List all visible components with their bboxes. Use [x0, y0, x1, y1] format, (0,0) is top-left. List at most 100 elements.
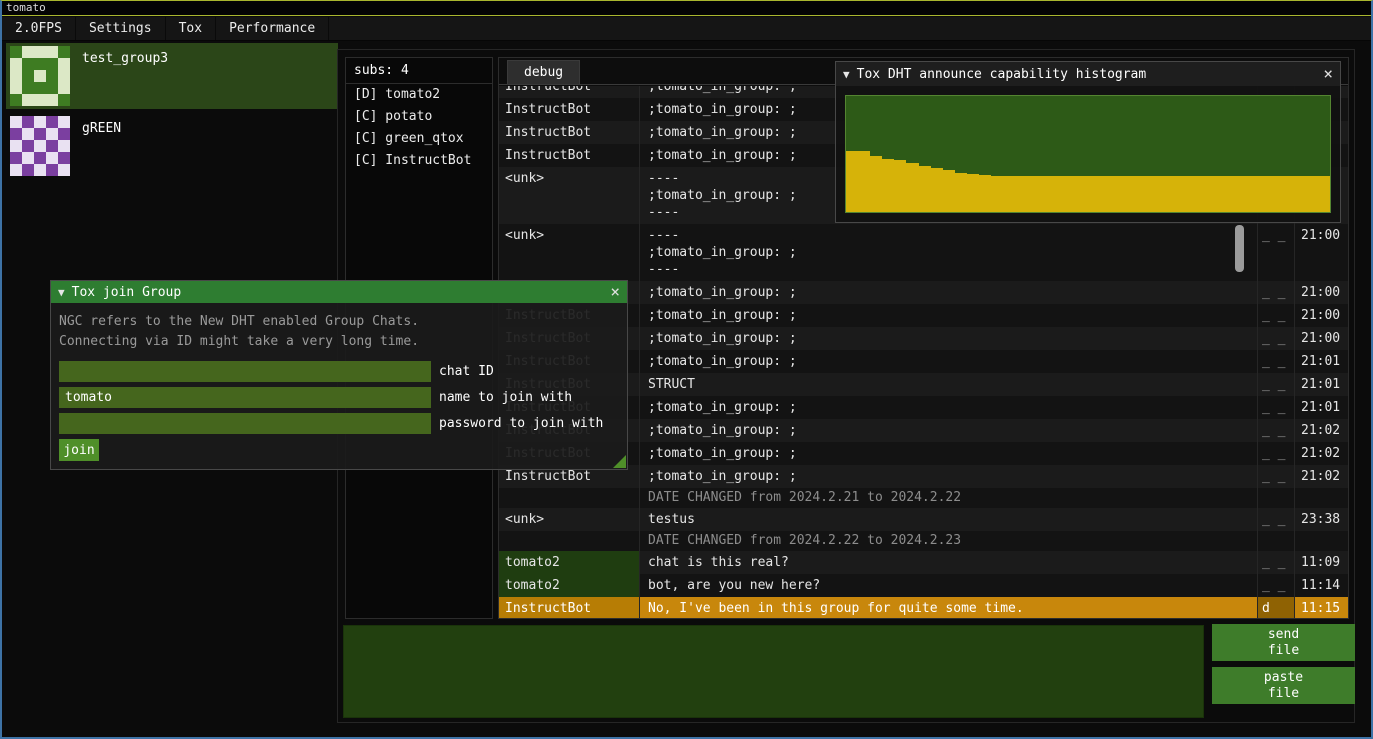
group-avatar: [10, 116, 70, 176]
histogram-bar: [955, 173, 967, 212]
histogram-body: [836, 86, 1340, 222]
message-text: ;tomato_in_group: ;: [639, 304, 1258, 327]
histogram-bar: [1100, 176, 1112, 212]
message-sender: InstructBot: [499, 86, 639, 98]
histogram-bar: [882, 159, 894, 212]
histogram-bar: [846, 151, 858, 212]
group-name: test_group3: [82, 46, 168, 106]
message-sender: InstructBot: [499, 597, 639, 618]
group-item-gREEN[interactable]: gREEN: [6, 113, 338, 179]
roster-list: [D] tomato2[C] potato[C] green_qtox[C] I…: [346, 84, 492, 172]
message-input[interactable]: [343, 625, 1204, 718]
message-text: DATE CHANGED from 2024.2.21 to 2024.2.22: [639, 488, 1258, 508]
send-file-button[interactable]: send file: [1212, 624, 1355, 661]
group-item-test_group3[interactable]: test_group3: [6, 43, 338, 109]
message-status: [1258, 488, 1294, 508]
histogram-bar: [1040, 176, 1052, 212]
histogram-bar: [1003, 176, 1015, 212]
chat-scrollbar-thumb[interactable]: [1235, 225, 1244, 272]
message-time: 21:00: [1294, 224, 1348, 281]
histogram-bar: [1124, 176, 1136, 212]
histogram-bar: [1318, 176, 1330, 212]
message-time: 21:00: [1294, 304, 1348, 327]
close-icon[interactable]: ×: [1323, 66, 1333, 82]
histogram-bar: [906, 163, 918, 212]
message-status: _ _: [1258, 281, 1294, 304]
histogram-bar: [870, 156, 882, 212]
histogram-bar: [979, 175, 991, 212]
histogram-bar: [1064, 176, 1076, 212]
join-button[interactable]: join: [59, 439, 99, 461]
message-status: _ _: [1258, 508, 1294, 531]
message-sender: <unk>: [499, 167, 639, 224]
message-sender: [499, 488, 639, 508]
roster-member-green_qtox[interactable]: [C] green_qtox: [346, 128, 492, 150]
tab-debug[interactable]: debug: [507, 60, 580, 84]
histogram-bar: [931, 168, 943, 212]
histogram-bar: [1148, 176, 1160, 212]
histogram-bar: [1136, 176, 1148, 212]
message-time: 11:14: [1294, 574, 1348, 597]
histogram-bar: [1112, 176, 1124, 212]
message-status: d: [1258, 597, 1294, 618]
message-time: 21:02: [1294, 419, 1348, 442]
message-status: _ _: [1258, 396, 1294, 419]
menu-item-performance[interactable]: Performance: [216, 17, 329, 40]
message-text: ;tomato_in_group: ;: [639, 281, 1258, 304]
message-status: _ _: [1258, 551, 1294, 574]
paste-file-button[interactable]: paste file: [1212, 667, 1355, 704]
message-status: _ _: [1258, 224, 1294, 281]
roster-header: subs: 4: [346, 58, 492, 84]
histogram-bar: [1197, 176, 1209, 212]
close-icon[interactable]: ×: [610, 284, 620, 300]
histogram-bar: [1221, 176, 1233, 212]
join-group-body: NGC refers to the New DHT enabled Group …: [51, 303, 627, 469]
histogram-bar: [991, 176, 1003, 212]
message-sender: InstructBot: [499, 144, 639, 167]
roster-member-InstructBot[interactable]: [C] InstructBot: [346, 150, 492, 172]
join-field-input-1[interactable]: [59, 387, 431, 408]
collapse-icon[interactable]: ▼: [58, 286, 65, 299]
message-text: chat is this real?: [639, 551, 1258, 574]
join-field-row: chat ID: [59, 361, 619, 382]
group-list: test_group3 gREEN: [6, 43, 338, 183]
message-sender: tomato2: [499, 551, 639, 574]
histogram-bar: [1076, 176, 1088, 212]
message-text: ;tomato_in_group: ;: [639, 442, 1258, 465]
histogram-titlebar[interactable]: ▼ Tox DHT announce capability histogram …: [836, 62, 1340, 86]
histogram-bar: [1281, 176, 1293, 212]
message-status: _ _: [1258, 442, 1294, 465]
join-field-input-0[interactable]: [59, 361, 431, 382]
menu-bar: 2.0FPS SettingsToxPerformance: [2, 17, 1371, 41]
resize-grip-icon[interactable]: [613, 455, 626, 468]
collapse-icon[interactable]: ▼: [843, 68, 850, 81]
join-help-line: Connecting via ID might take a very long…: [59, 332, 619, 352]
menu-item-tox[interactable]: Tox: [166, 17, 216, 40]
group-avatar: [10, 46, 70, 106]
message-row: InstructBotNo, I've been in this group f…: [499, 597, 1348, 618]
fps-indicator: 2.0FPS: [2, 17, 76, 40]
message-time: [1294, 488, 1348, 508]
message-time: 21:02: [1294, 465, 1348, 488]
message-time: 21:00: [1294, 327, 1348, 350]
histogram-bar: [1052, 176, 1064, 212]
app-window: tomato 2.0FPS SettingsToxPerformance tes…: [0, 0, 1373, 739]
histogram-bar: [1245, 176, 1257, 212]
histogram-plot: [845, 95, 1331, 213]
message-text: bot, are you new here?: [639, 574, 1258, 597]
message-status: _ _: [1258, 304, 1294, 327]
message-time: 21:01: [1294, 396, 1348, 419]
message-row: tomato2chat is this real?_ _11:09: [499, 551, 1348, 574]
message-text: ;tomato_in_group: ;: [639, 419, 1258, 442]
message-sender: <unk>: [499, 508, 639, 531]
roster-member-potato[interactable]: [C] potato: [346, 106, 492, 128]
join-help-line: NGC refers to the New DHT enabled Group …: [59, 312, 619, 332]
join-group-titlebar[interactable]: ▼ Tox join Group ×: [51, 281, 627, 303]
menu-item-settings[interactable]: Settings: [76, 17, 166, 40]
message-sender: [499, 531, 639, 551]
roster-member-tomato2[interactable]: [D] tomato2: [346, 84, 492, 106]
join-field-input-2[interactable]: [59, 413, 431, 434]
message-time: 21:01: [1294, 373, 1348, 396]
histogram-bar: [1269, 176, 1281, 212]
join-fields: chat IDname to join withpassword to join…: [59, 361, 619, 434]
